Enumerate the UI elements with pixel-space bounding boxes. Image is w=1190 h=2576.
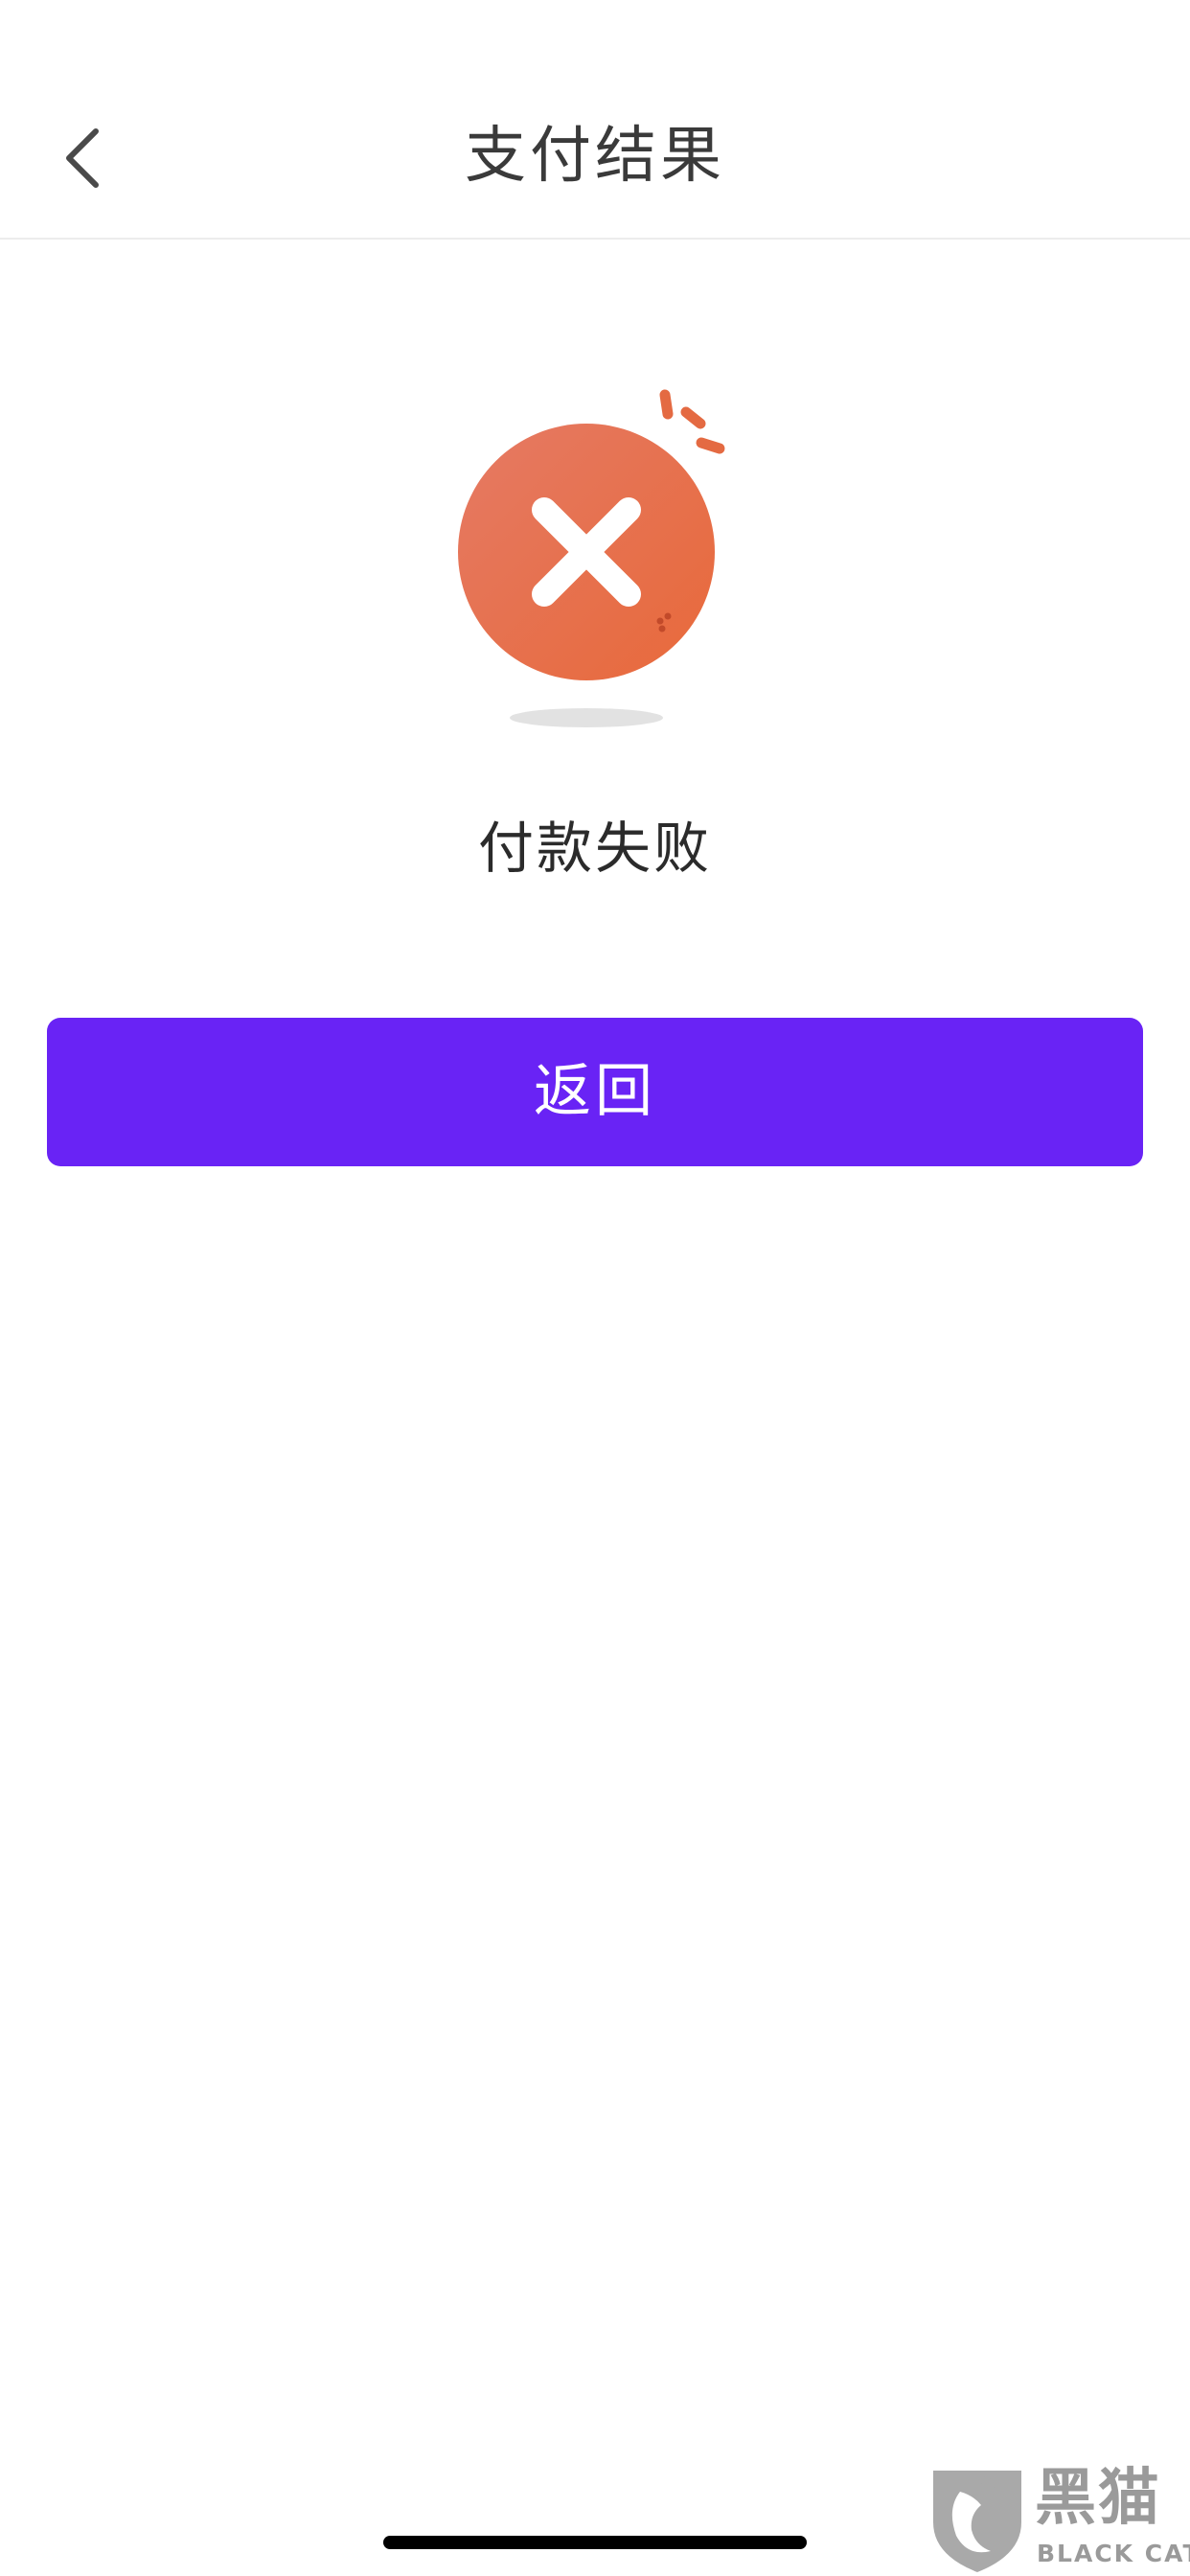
watermark-subtitle: BLACK CAT: [1037, 2540, 1190, 2567]
page-title: 支付结果: [465, 121, 725, 192]
watermark-title: 黑猫: [1035, 2463, 1161, 2534]
payment-result-screen: 支付结果 付款失败 返回 黑猫 BLACK CAT: [0, 0, 1190, 2576]
payment-failed-x-icon: [458, 389, 725, 727]
return-button[interactable]: 返回: [47, 1018, 1143, 1166]
home-indicator[interactable]: [383, 2536, 807, 2549]
cat-shield-icon: [933, 2471, 1021, 2572]
watermark-logo: 黑猫 BLACK CAT: [927, 2463, 1190, 2576]
result-status-text: 付款失败: [477, 816, 712, 881]
nav-bar: 支付结果: [0, 0, 1190, 240]
